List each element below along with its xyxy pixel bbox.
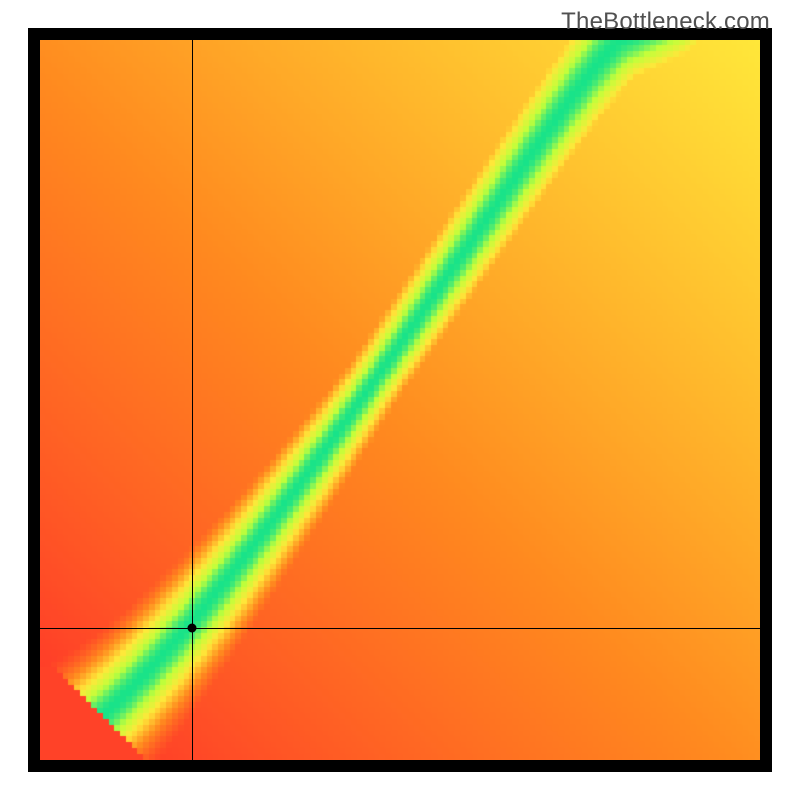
crosshair-marker: [188, 624, 197, 633]
crosshair-vertical: [192, 40, 193, 760]
crosshair-horizontal: [40, 628, 760, 629]
watermark-text: TheBottleneck.com: [561, 8, 770, 36]
stage: TheBottleneck.com: [0, 0, 800, 800]
chart-frame: [28, 28, 772, 772]
heatmap-canvas: [40, 40, 760, 760]
